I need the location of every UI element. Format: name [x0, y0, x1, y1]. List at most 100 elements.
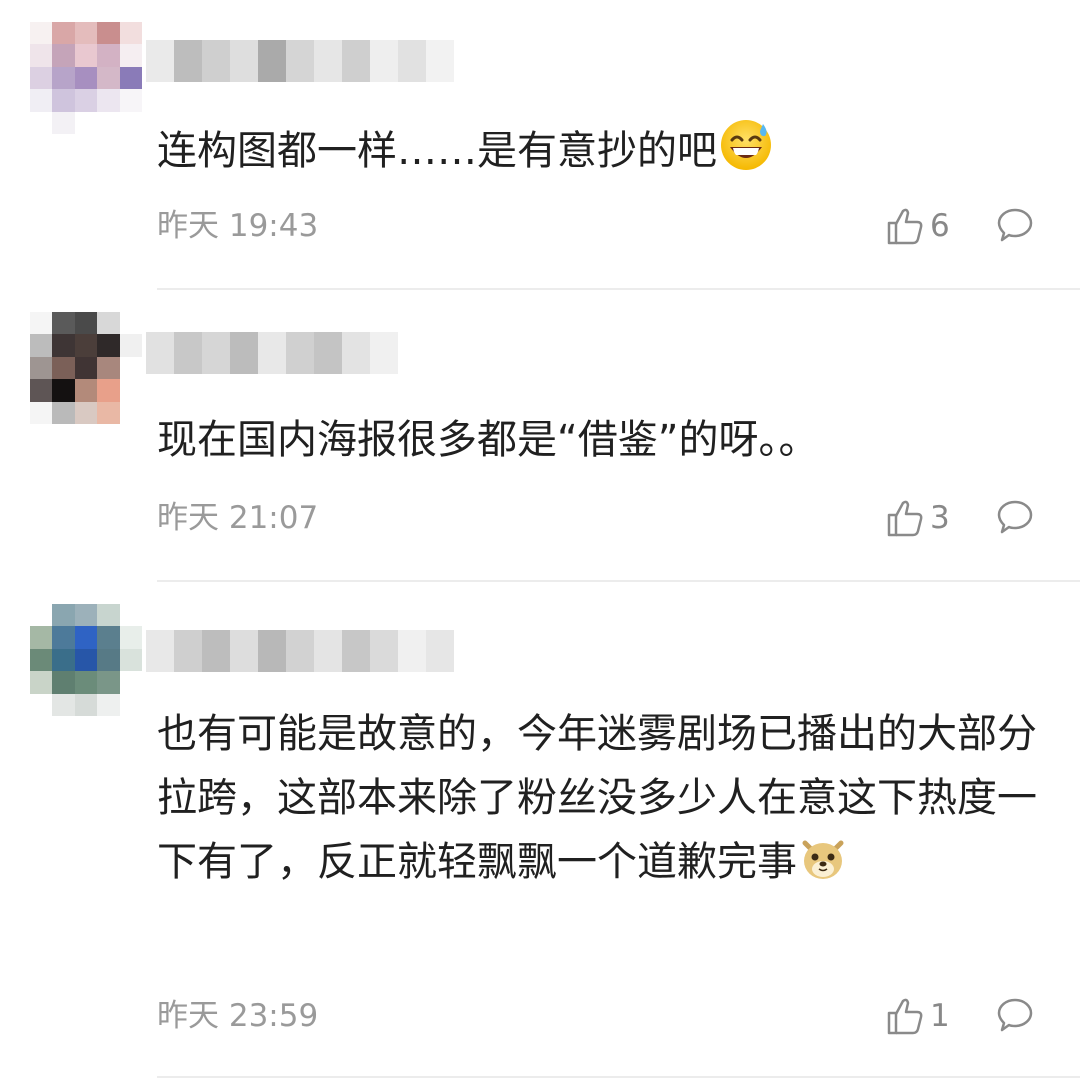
avatar-pixel [30, 312, 53, 335]
username-pixel [342, 630, 370, 672]
avatar-pixel [74, 111, 98, 134]
avatar-pixel [52, 604, 75, 627]
avatar-pixel [52, 22, 75, 45]
avatar-pixel [52, 312, 75, 335]
avatar-pixel [119, 356, 142, 380]
avatar-pixel [97, 671, 120, 694]
thumbs-up-icon [887, 208, 923, 245]
avatar-pixel [74, 44, 98, 67]
avatar-pixel [52, 334, 75, 357]
avatar-pixel [119, 648, 142, 672]
avatar-pixel [119, 401, 142, 424]
username-blurred[interactable] [146, 40, 454, 82]
avatar-pixel [97, 44, 120, 67]
avatar-pixel [119, 89, 142, 112]
username-pixel [370, 630, 398, 672]
avatar-pixel [74, 626, 98, 649]
username-blurred[interactable] [146, 630, 454, 672]
username-pixel [146, 40, 174, 82]
username-pixel [286, 40, 314, 82]
username-pixel [286, 332, 314, 374]
thumbs-up-icon [887, 998, 923, 1035]
avatar-pixel [30, 379, 53, 402]
like-count: 3 [930, 500, 950, 536]
comment-bubble-icon [997, 998, 1033, 1032]
avatar-pixel [30, 22, 53, 45]
comment-text: 现在国内海报很多都是“借鉴”的呀。。 [157, 417, 819, 463]
reply-button[interactable] [996, 498, 1034, 540]
avatar-pixel [119, 44, 142, 67]
avatar-pixel [52, 89, 75, 112]
avatar-pixel [30, 401, 53, 424]
reply-button[interactable] [996, 996, 1034, 1038]
avatar-pixel [74, 66, 98, 90]
avatar-pixel [119, 604, 142, 627]
comment-text: 连构图都一样……是有意抄的吧 [157, 118, 1037, 191]
username-pixel [202, 332, 230, 374]
avatar-pixel [30, 334, 53, 357]
username-pixel [174, 630, 202, 672]
username-pixel [230, 332, 258, 374]
avatar-pixel [52, 671, 75, 694]
username-blurred[interactable] [146, 332, 398, 374]
avatar-pixel [97, 626, 120, 649]
username-pixel [174, 40, 202, 82]
like-button[interactable]: 1 [886, 996, 950, 1036]
avatar-pixel [52, 356, 75, 380]
avatar-pixel [30, 66, 53, 90]
username-pixel [258, 40, 286, 82]
avatar-pixel [97, 22, 120, 45]
avatar-pixel [97, 111, 120, 134]
comment-timestamp: 昨天 19:43 [157, 208, 319, 244]
avatar-pixel [52, 693, 75, 716]
avatar-pixel [97, 604, 120, 627]
avatar-pixel [52, 44, 75, 67]
avatar-pixel [30, 111, 53, 134]
avatar[interactable] [30, 22, 142, 134]
avatar[interactable] [30, 604, 142, 716]
avatar-pixel [30, 44, 53, 67]
username-pixel [398, 630, 426, 672]
avatar-pixel [119, 671, 142, 694]
like-button[interactable]: 6 [886, 206, 950, 246]
username-pixel [258, 630, 286, 672]
avatar-pixel [30, 356, 53, 380]
avatar-pixel [119, 379, 142, 402]
comment-item: 现在国内海报很多都是“借鉴”的呀。。 昨天 21:07 3 [0, 290, 1080, 582]
avatar-pixel [97, 66, 120, 90]
avatar[interactable] [30, 312, 142, 424]
avatar-pixel [97, 401, 120, 424]
avatar-pixel [52, 66, 75, 90]
username-pixel [258, 332, 286, 374]
like-count: 1 [930, 998, 950, 1034]
like-button[interactable]: 3 [886, 498, 950, 538]
avatar-pixel [74, 334, 98, 357]
avatar-pixel [74, 356, 98, 380]
avatar-pixel [97, 89, 120, 112]
avatar-pixel [52, 626, 75, 649]
avatar-pixel [52, 111, 75, 134]
avatar-pixel [119, 111, 142, 134]
username-pixel [286, 630, 314, 672]
avatar-pixel [97, 356, 120, 380]
username-pixel [314, 630, 342, 672]
username-pixel [370, 332, 398, 374]
username-pixel [398, 40, 426, 82]
avatar-pixel [97, 648, 120, 672]
avatar-pixel [119, 312, 142, 335]
avatar-pixel [119, 334, 142, 357]
reply-button[interactable] [996, 206, 1034, 248]
username-pixel [370, 40, 398, 82]
avatar-pixel [52, 648, 75, 672]
avatar-pixel [97, 312, 120, 335]
username-pixel [230, 40, 258, 82]
grinning-sweat-emoji [719, 118, 773, 191]
username-pixel [342, 40, 370, 82]
avatar-pixel [74, 604, 98, 627]
username-pixel [426, 630, 454, 672]
username-pixel [146, 332, 174, 374]
avatar-pixel [97, 379, 120, 402]
avatar-pixel [119, 626, 142, 649]
avatar-pixel [74, 648, 98, 672]
like-count: 6 [930, 208, 950, 244]
